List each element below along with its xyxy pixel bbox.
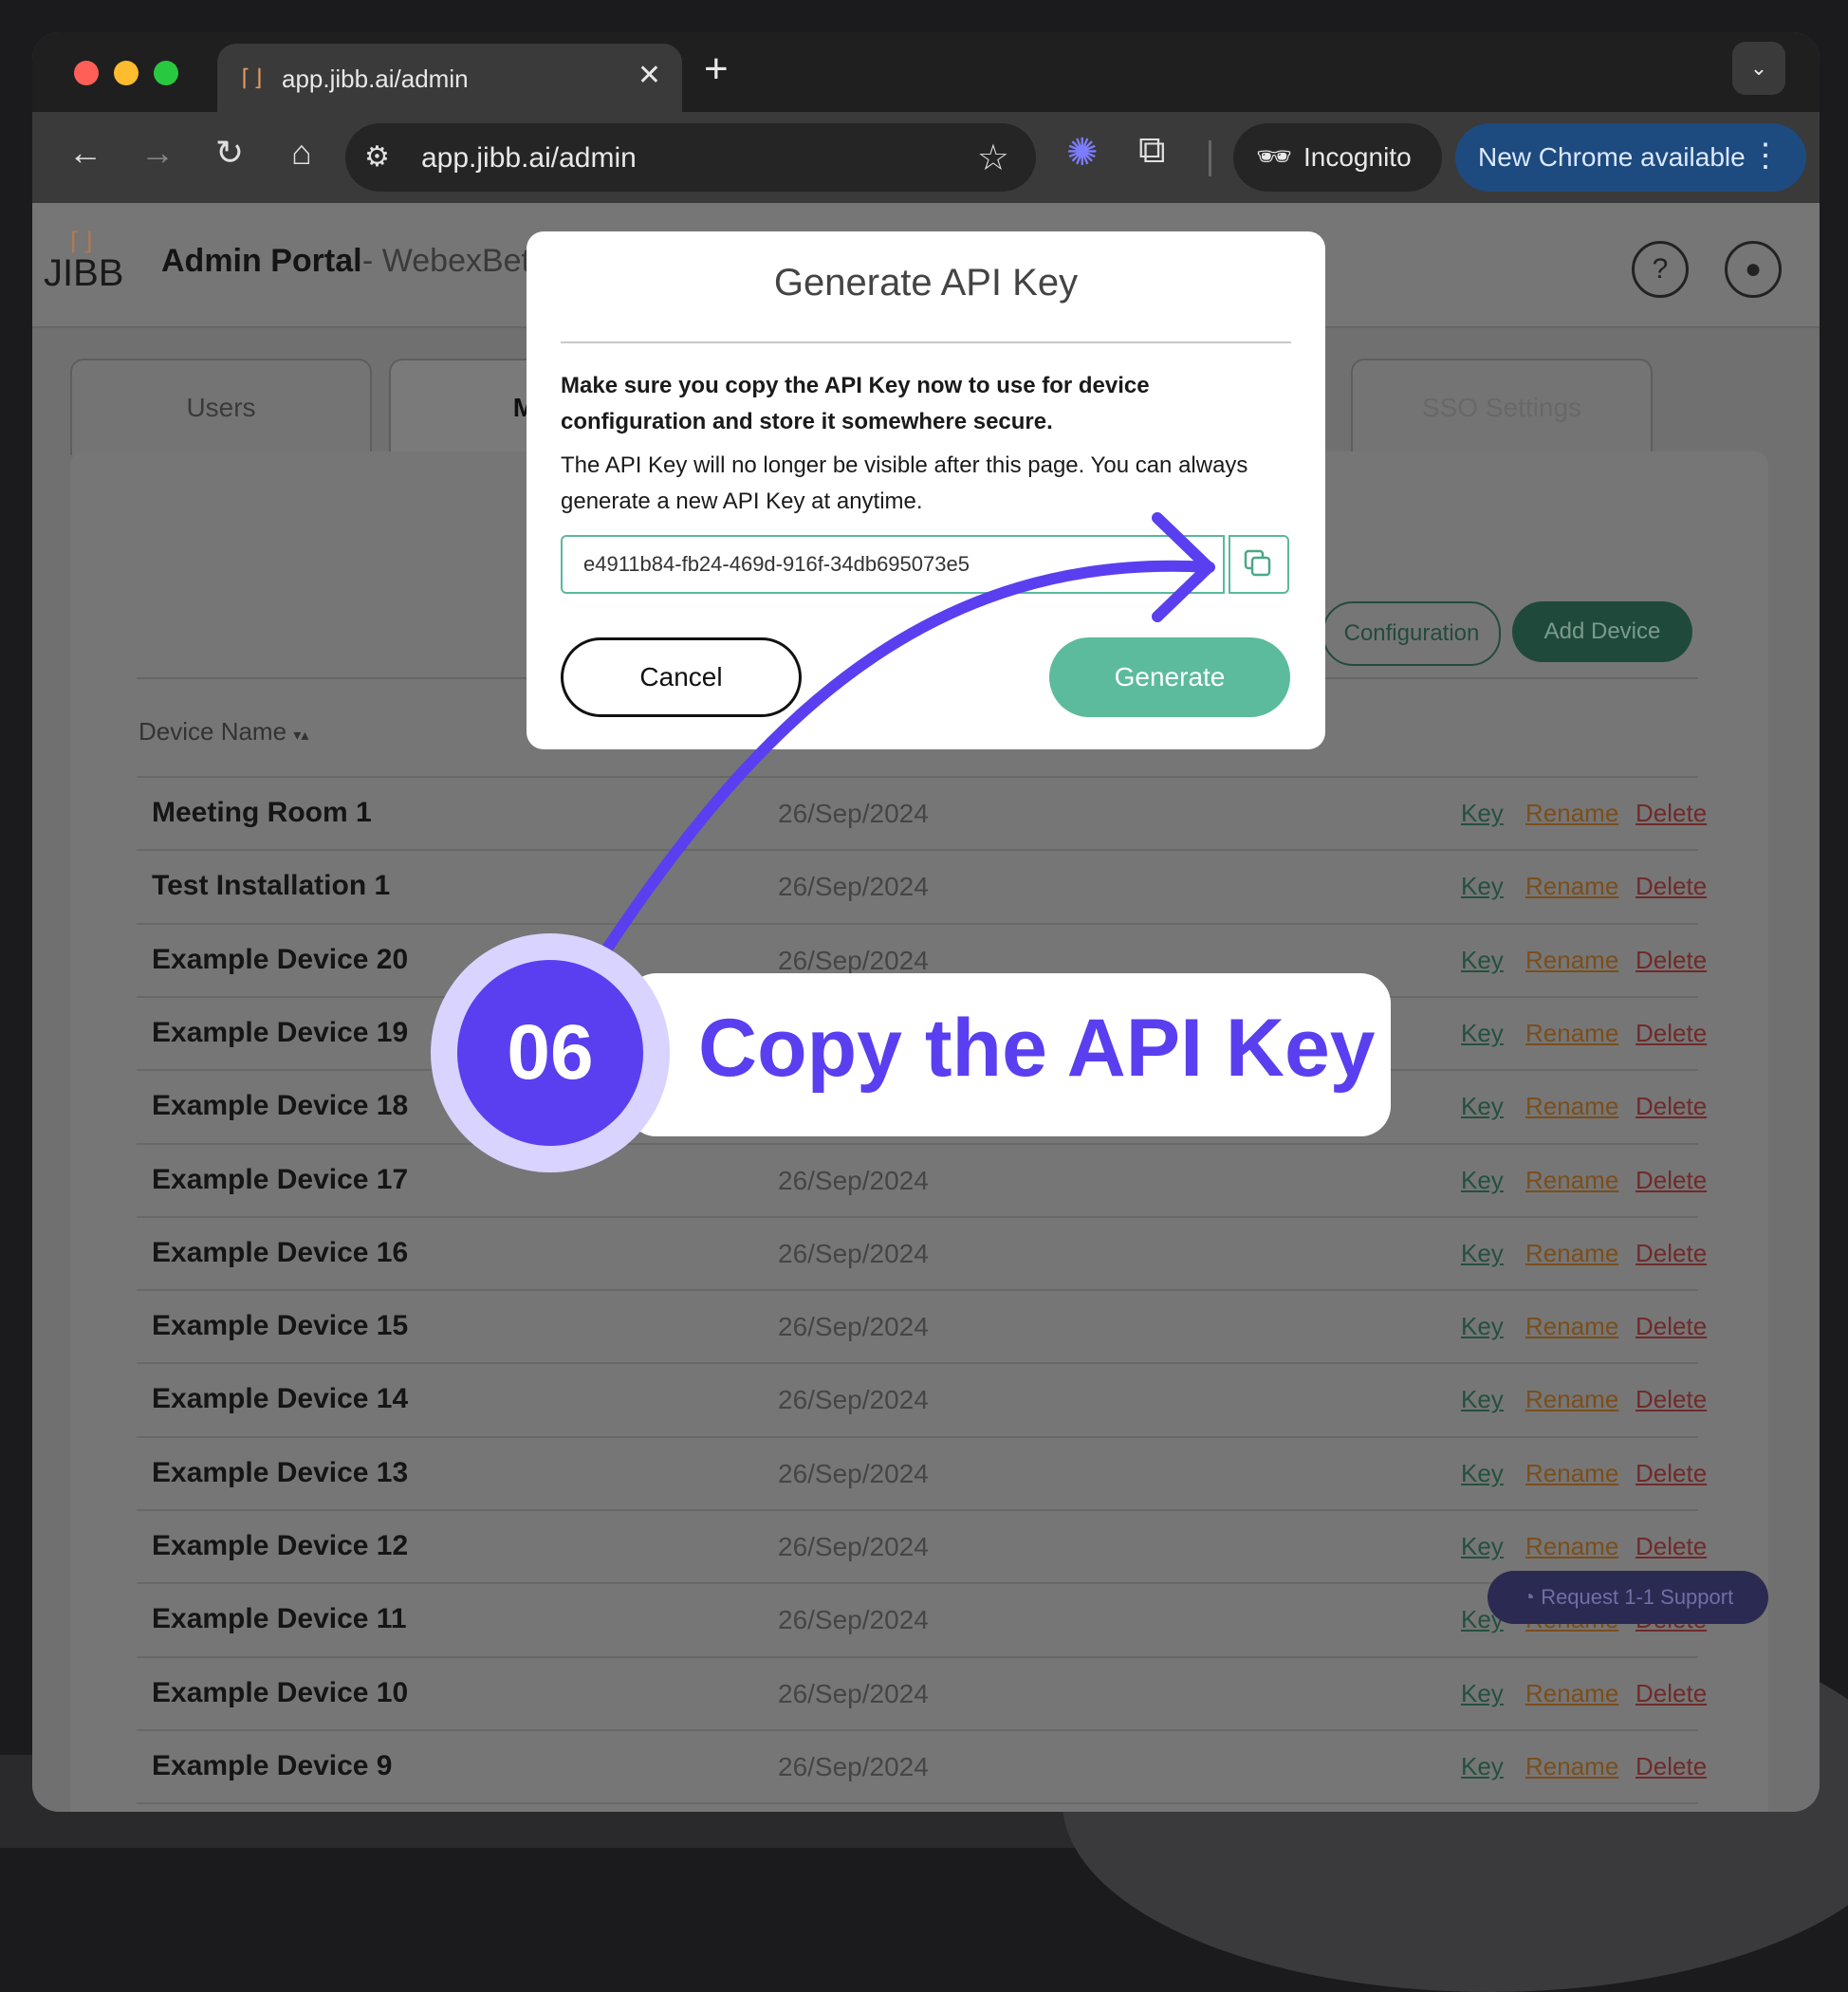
step-number-badge: 06 [457,960,643,1146]
step-callout: Copy the API Key [626,973,1391,1136]
annotation-arrow [601,512,1215,954]
callout-label: Copy the API Key [698,1003,1376,1094]
